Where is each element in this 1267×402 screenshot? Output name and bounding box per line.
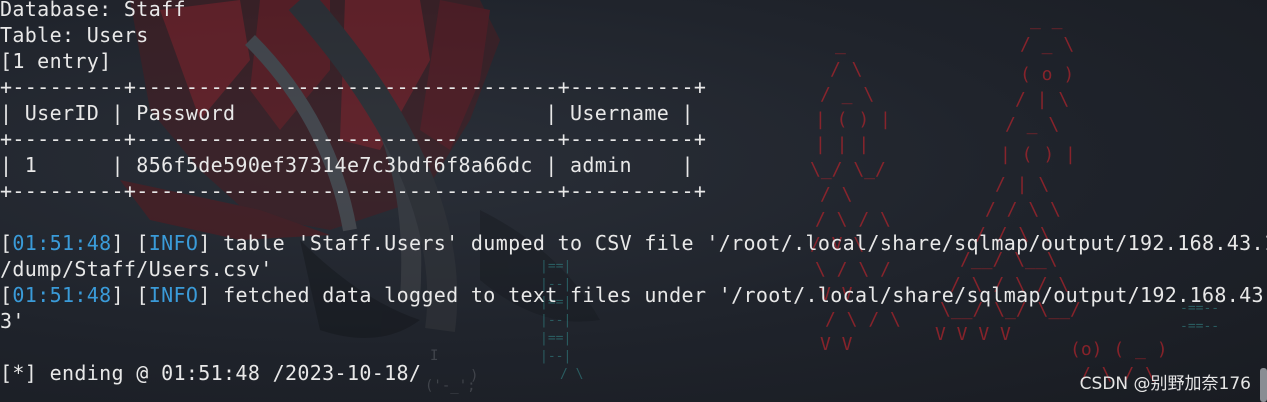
svg-text:/ / \ \: / / \ \ — [985, 199, 1061, 220]
svg-text:\ / \ /: \ / \ / — [815, 259, 891, 280]
svg-text:/ | \: / | \ — [1015, 89, 1069, 110]
table-border-mid: +---------+-----------------------------… — [0, 127, 707, 151]
svg-text:_: _ — [835, 34, 846, 55]
log-line-fetched-wrap: 3' — [0, 309, 25, 333]
svg-text:('-_';: ('-_'; — [425, 378, 476, 394]
svg-text:-==--: -==-- — [1180, 319, 1219, 334]
log-line-csv: [01:51:48] [INFO] table 'Staff.Users' du… — [0, 231, 1267, 255]
svg-text:/ _ \: / _ \ — [1005, 114, 1059, 135]
log-level: INFO — [148, 283, 199, 307]
svg-text:V V: V V — [820, 334, 853, 355]
svg-text:\_/ \_/: \_/ \_/ — [810, 159, 886, 180]
svg-text:|==|: |==| — [540, 259, 571, 274]
svg-text:/ _ \: / _ \ — [1020, 34, 1074, 55]
table-data-row: | 1 | 856f5de590ef37314e7c3bdf6f8a66dc |… — [0, 153, 694, 177]
svg-text:|--|: |--| — [540, 349, 571, 364]
svg-text:V V V V: V V V V — [935, 324, 1011, 345]
log-line-fetched: [01:51:48] [INFO] fetched data logged to… — [0, 283, 1267, 307]
svg-text:| ( ) |: | ( ) | — [815, 109, 891, 130]
svg-text:(o) ( _ ): (o) ( _ ) — [1070, 339, 1168, 360]
svg-text:/ | \: / | \ — [995, 174, 1049, 195]
svg-text:|==|: |==| — [540, 331, 571, 346]
database-line: Database: Staff — [0, 0, 186, 21]
svg-text:/ _ \: / _ \ — [820, 84, 874, 105]
svg-text:/ \: / \ — [560, 367, 583, 382]
ending-line: [*] ending @ 01:51:48 /2023-10-18/ — [0, 361, 422, 385]
svg-text:_ _: _ _ — [1030, 9, 1063, 30]
svg-text:/ \ / \: / \ / \ — [825, 309, 901, 330]
table-border-top: +---------+-----------------------------… — [0, 75, 707, 99]
svg-text:|--|: |--| — [540, 313, 571, 328]
table-line: Table: Users — [0, 23, 149, 47]
svg-text:| | |: | | | — [815, 134, 869, 155]
svg-text:I: I — [430, 348, 438, 364]
entry-count-line: [1 entry] — [0, 49, 112, 73]
svg-text:( o ): ( o ) — [1020, 64, 1074, 85]
scrollbar-thumb[interactable] — [1260, 368, 1267, 402]
svg-text:/ \ / \: / \ / \ — [815, 209, 891, 230]
table-border-bottom: +---------+-----------------------------… — [0, 179, 707, 203]
log-timestamp: 01:51:48 — [12, 283, 112, 307]
svg-text:| ( ) |: | ( ) | — [1000, 144, 1076, 165]
table-header-row: | UserID | Password | Username | — [0, 101, 694, 125]
log-level: INFO — [148, 231, 199, 255]
terminal-window[interactable]: |==| |--| |==| |--| |==| |--| / \ -==-- … — [0, 0, 1267, 402]
svg-text:/ \: / \ — [830, 59, 863, 80]
log-line-csv-wrap: /dump/Staff/Users.csv' — [0, 257, 273, 281]
csdn-watermark: CSDN @别野加奈176 — [1079, 374, 1251, 394]
svg-text:/ \: / \ — [820, 184, 853, 205]
log-timestamp: 01:51:48 — [12, 231, 112, 255]
svg-text:): ) — [470, 368, 478, 384]
